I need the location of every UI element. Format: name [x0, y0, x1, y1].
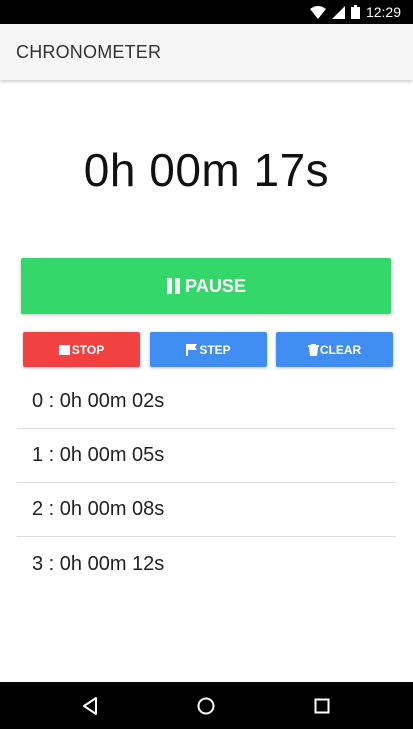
pause-button[interactable]: PAUSE: [21, 258, 391, 314]
wifi-icon: [309, 5, 326, 19]
lap-item: 0 : 0h 00m 02s: [17, 375, 396, 429]
lap-item: 2 : 0h 00m 08s: [17, 483, 396, 537]
lap-item: 1 : 0h 00m 05s: [17, 429, 396, 483]
clear-button[interactable]: CLEAR: [276, 332, 393, 367]
step-label: STEP: [199, 342, 231, 357]
flag-icon: [186, 343, 198, 356]
stop-button[interactable]: STOP: [23, 332, 140, 367]
stop-label: STOP: [71, 342, 105, 357]
clear-label: CLEAR: [319, 342, 362, 357]
lap-list: 0 : 0h 00m 02s 1 : 0h 00m 05s 2 : 0h 00m…: [17, 375, 396, 591]
lap-item: 3 : 0h 00m 12s: [32, 552, 165, 575]
trash-icon: [307, 343, 319, 356]
status-time: 12:29: [365, 4, 401, 20]
stop-icon: [58, 344, 71, 356]
home-icon[interactable]: [176, 682, 236, 729]
back-icon[interactable]: [60, 682, 120, 729]
battery-icon: [350, 5, 360, 19]
timer-display: 0h 00m 17s: [83, 144, 330, 196]
pause-label: PAUSE: [185, 275, 246, 296]
pause-icon: [166, 277, 184, 295]
recents-icon[interactable]: [292, 682, 352, 729]
navigation-bar: [0, 682, 413, 729]
app-title: CHRONOMETER: [16, 41, 162, 62]
app-bar: CHRONOMETER: [0, 24, 413, 80]
step-button[interactable]: STEP: [150, 332, 267, 367]
status-bar: 12:29: [0, 0, 413, 24]
cell-signal-icon: [331, 5, 345, 19]
